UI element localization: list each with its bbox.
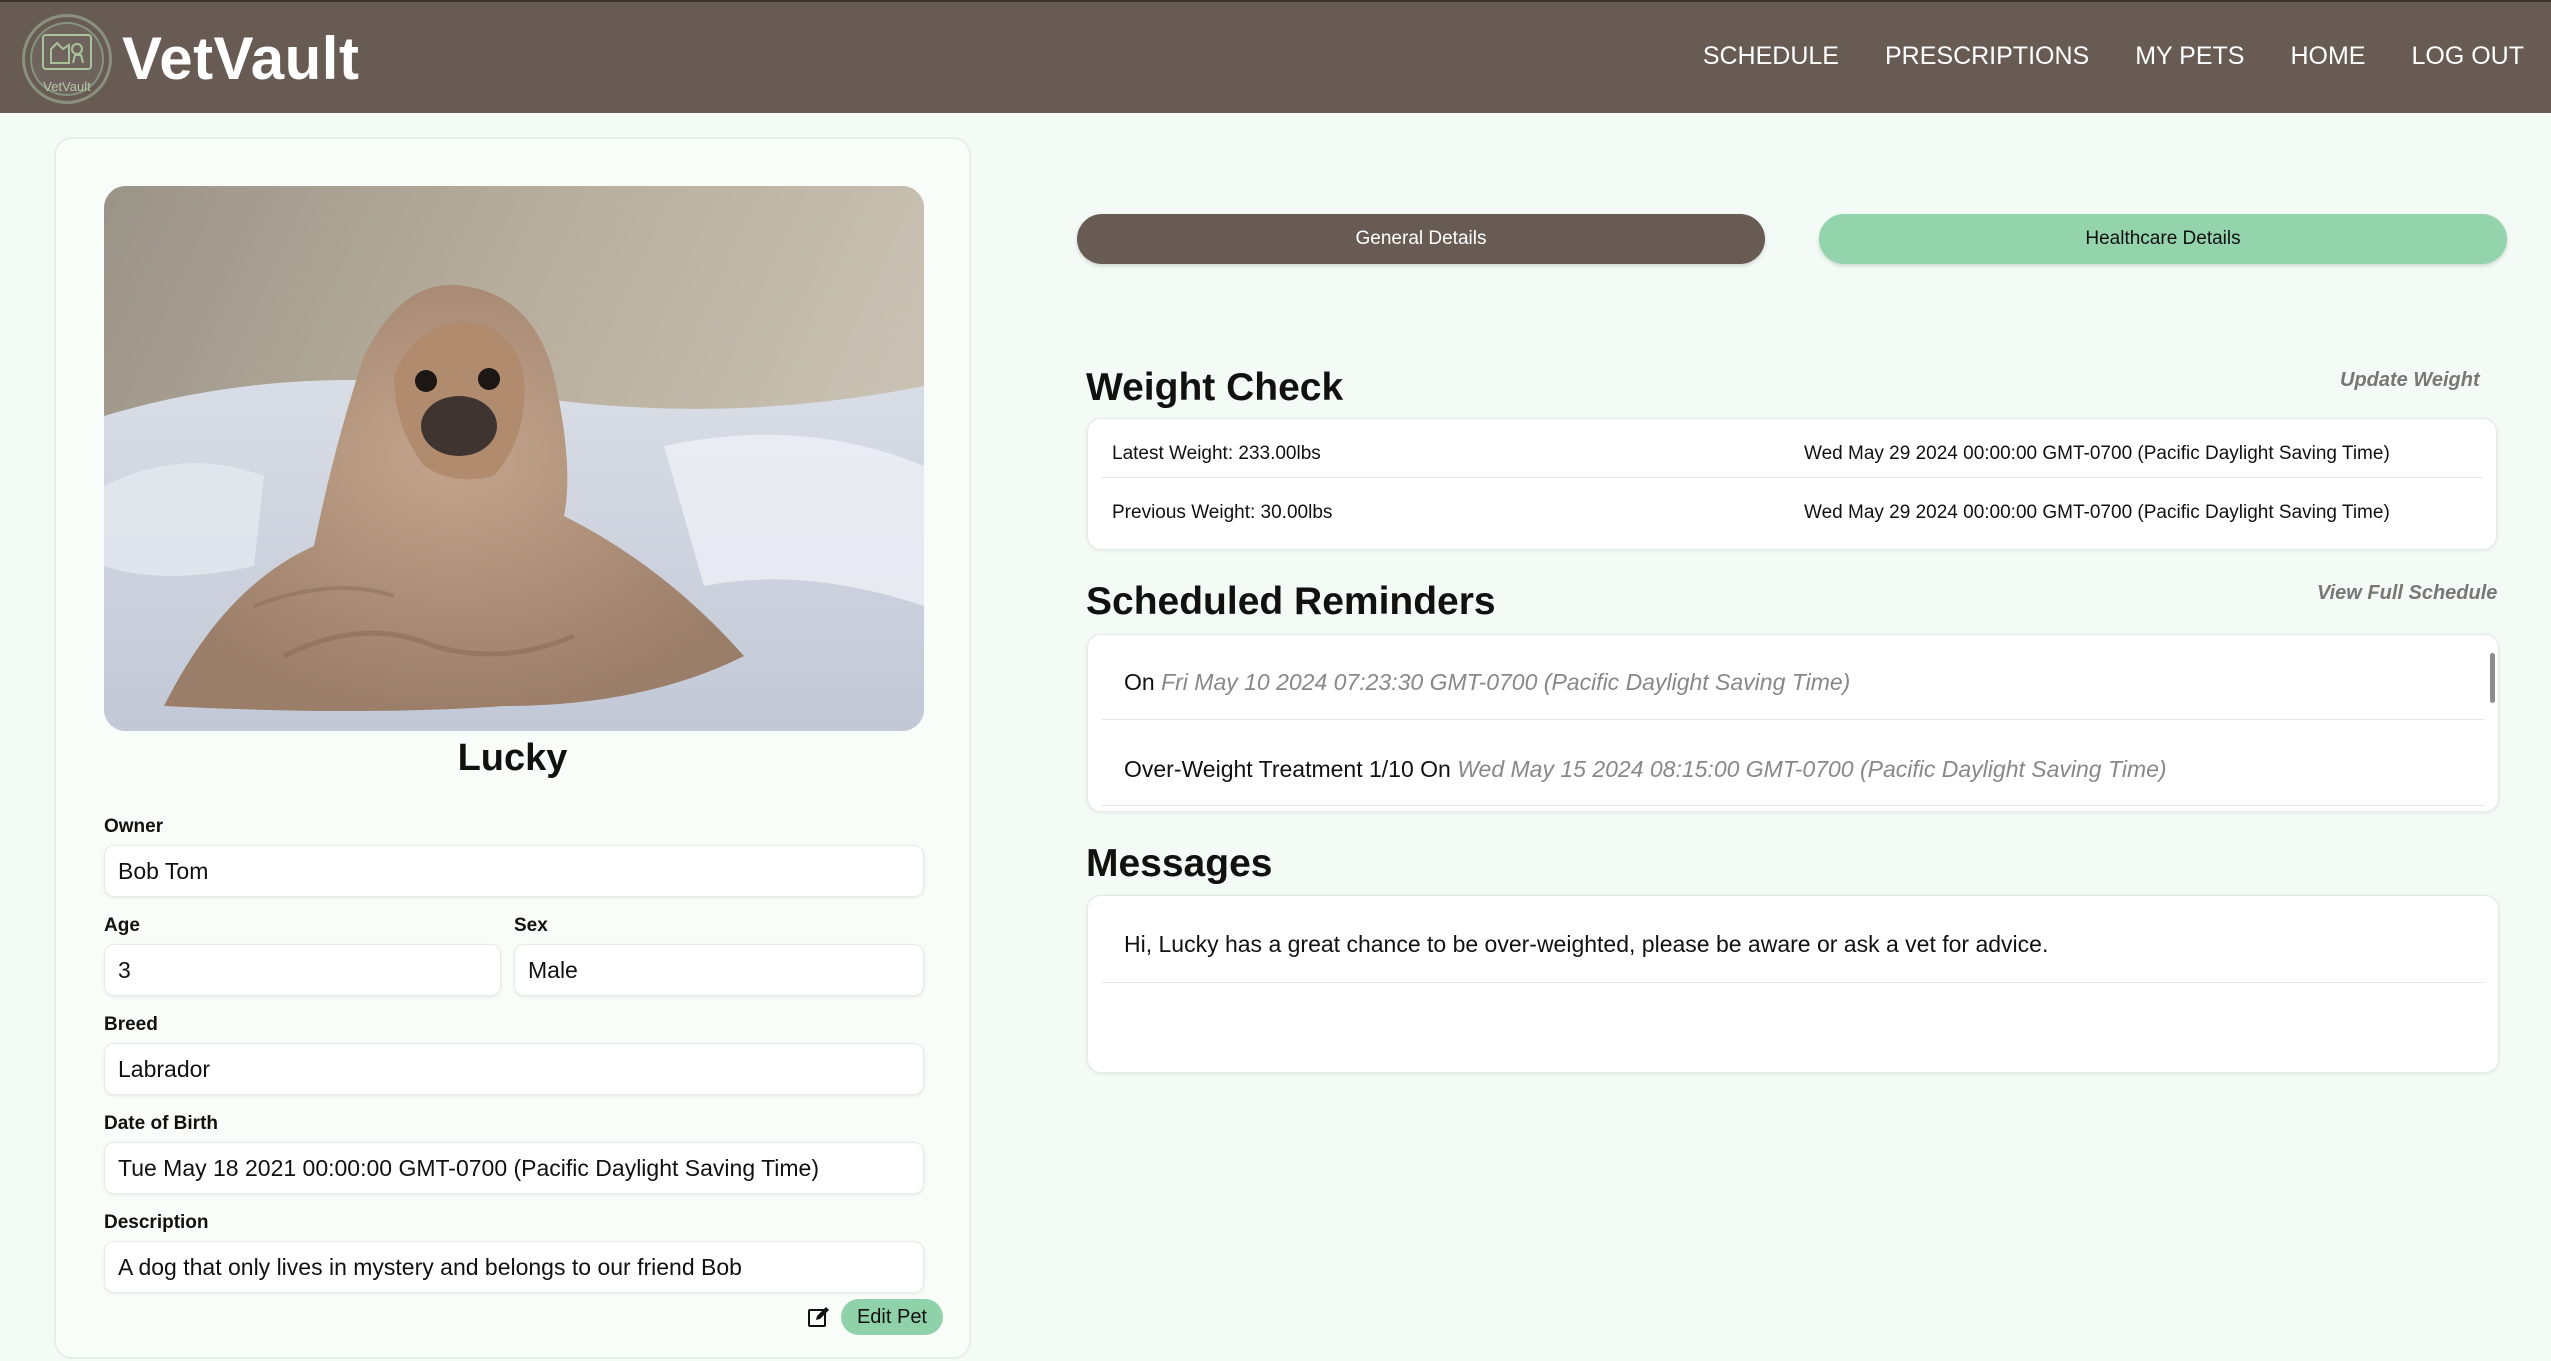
weight-row-divider [1102,477,2482,478]
owner-label: Owner [104,816,164,837]
tab-general-details[interactable]: General Details [1077,214,1765,264]
reminders-scrollbar[interactable] [2490,653,2495,703]
edit-pet-row: Edit Pet [807,1299,943,1335]
edit-icon[interactable] [807,1305,831,1329]
weight-panel: Latest Weight: 233.00lbs Wed May 29 2024… [1087,418,2497,550]
latest-weight-label: Latest Weight: 233.00lbs [1112,443,1321,464]
breed-label: Breed [104,1014,158,1035]
pet-name: Lucky [457,737,568,779]
sex-field[interactable]: Male [514,944,924,996]
nav-links: SCHEDULE PRESCRIPTIONS MY PETS HOME LOG … [1703,42,2524,71]
reminder-date: Wed May 15 2024 08:15:00 GMT-0700 (Pacif… [1457,756,2167,782]
nav-log-out[interactable]: LOG OUT [2411,42,2524,71]
age-field[interactable]: 3 [104,944,501,996]
reminders-panel[interactable]: On Fri May 10 2024 07:23:30 GMT-0700 (Pa… [1087,634,2499,812]
brand-title[interactable]: VetVault [122,24,359,93]
reminder-row-divider [1102,719,2484,720]
top-navbar: VetVault VetVault SCHEDULE PRESCRIPTIONS… [0,0,2551,113]
description-field[interactable]: A dog that only lives in mystery and bel… [104,1241,924,1293]
dob-label: Date of Birth [104,1113,218,1134]
previous-weight-label: Previous Weight: 30.00lbs [1112,502,1333,523]
update-weight-link[interactable]: Update Weight [2340,369,2480,392]
scheduled-reminders-title: Scheduled Reminders [1086,580,1496,623]
weight-check-title: Weight Check [1086,366,1344,409]
reminder-date: Fri May 10 2024 07:23:30 GMT-0700 (Pacif… [1161,669,1851,695]
reminder-item[interactable]: Over-Weight Treatment 1/10 On Wed May 15… [1124,756,2167,783]
reminder-prefix: On [1124,669,1155,695]
nav-my-pets[interactable]: MY PETS [2135,42,2244,71]
message-item: Hi, Lucky has a great chance to be over-… [1124,931,2049,957]
sex-label: Sex [514,915,548,936]
pet-profile-card: Lucky Owner Bob Tom Age 3 Sex Male Breed… [54,137,971,1359]
previous-weight-date: Wed May 29 2024 00:00:00 GMT-0700 (Pacif… [1804,502,2390,523]
owner-field[interactable]: Bob Tom [104,845,924,897]
tab-healthcare-details[interactable]: Healthcare Details [1819,214,2507,264]
description-label: Description [104,1212,209,1233]
nav-home[interactable]: HOME [2290,42,2365,71]
dob-field[interactable]: Tue May 18 2021 00:00:00 GMT-0700 (Pacif… [104,1142,924,1194]
message-row-divider [1102,982,2484,983]
breed-field[interactable]: Labrador [104,1043,924,1095]
nav-schedule[interactable]: SCHEDULE [1703,42,1839,71]
messages-title: Messages [1086,842,1273,885]
pet-photo [104,186,924,731]
messages-panel: Hi, Lucky has a great chance to be over-… [1087,895,2499,1073]
latest-weight-date: Wed May 29 2024 00:00:00 GMT-0700 (Pacif… [1804,443,2390,464]
pet-silhouette-icon [42,34,92,70]
reminder-row-divider [1102,805,2484,806]
logo-text: VetVault [43,79,91,94]
vetvault-logo-icon[interactable]: VetVault [22,14,112,104]
reminder-prefix: Over-Weight Treatment 1/10 On [1124,756,1451,782]
reminder-item[interactable]: On Fri May 10 2024 07:23:30 GMT-0700 (Pa… [1124,669,1850,696]
edit-pet-button[interactable]: Edit Pet [840,1299,943,1335]
age-label: Age [104,915,140,936]
nav-prescriptions[interactable]: PRESCRIPTIONS [1885,42,2089,71]
view-full-schedule-link[interactable]: View Full Schedule [2317,582,2497,605]
